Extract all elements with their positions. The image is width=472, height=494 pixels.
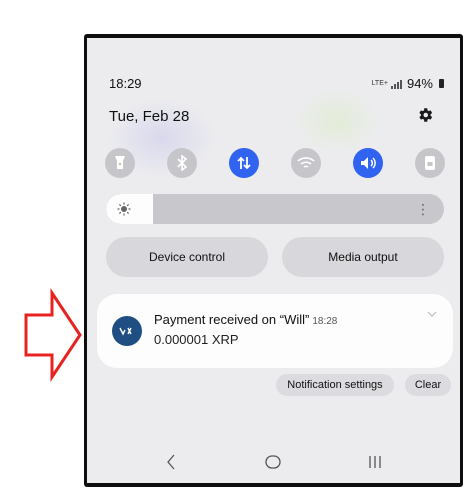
toggle-flashlight[interactable] xyxy=(105,148,135,178)
toggle-wifi[interactable] xyxy=(291,148,321,178)
toggle-mobile-data[interactable] xyxy=(229,148,259,178)
sun-icon xyxy=(117,202,131,216)
back-icon xyxy=(167,454,175,470)
media-output-button[interactable]: Media output xyxy=(282,237,444,277)
annotation-arrow-icon xyxy=(24,288,82,382)
date-label: Tue, Feb 28 xyxy=(109,108,190,125)
navigation-bar xyxy=(87,441,460,483)
notification-settings-button[interactable]: Notification settings xyxy=(276,374,394,396)
phone-frame: 18:29 LTE+ 94% Tue, Feb 28 ⋮ Device cont… xyxy=(84,34,463,487)
toggle-screen-lock[interactable] xyxy=(415,148,445,178)
battery-percent: 94% xyxy=(406,76,433,91)
wifi-icon xyxy=(297,157,315,168)
notification-panel: 18:29 LTE+ 94% Tue, Feb 28 ⋮ Device cont… xyxy=(87,38,460,483)
notification-card[interactable]: Payment received on “Will” 18:28 0.000001… xyxy=(97,294,453,368)
home-button[interactable] xyxy=(261,451,285,473)
brightness-slider[interactable]: ⋮ xyxy=(106,194,444,224)
quick-settings-toggles xyxy=(105,148,445,178)
notification-body: 0.000001 XRP xyxy=(154,332,239,347)
notification-title-row: Payment received on “Will” 18:28 xyxy=(154,312,337,327)
expand-chevron-icon[interactable] xyxy=(427,310,437,318)
notification-title: Payment received on “Will” xyxy=(154,312,310,327)
flashlight-icon xyxy=(115,156,125,169)
lte-indicator: LTE+ xyxy=(371,80,388,87)
home-icon xyxy=(265,455,281,469)
sound-icon xyxy=(361,157,376,169)
recents-icon xyxy=(369,456,381,468)
status-time: 18:29 xyxy=(109,76,142,91)
signal-icon xyxy=(390,79,402,89)
toggle-bluetooth[interactable] xyxy=(167,148,197,178)
battery-icon xyxy=(439,79,444,88)
toggle-sound[interactable] xyxy=(353,148,383,178)
mobile-data-icon xyxy=(237,156,251,170)
brightness-more-icon[interactable]: ⋮ xyxy=(416,201,430,217)
notification-time: 18:28 xyxy=(312,316,338,327)
screen-lock-icon xyxy=(425,156,435,170)
bluetooth-icon xyxy=(177,155,188,171)
device-control-button[interactable]: Device control xyxy=(106,237,268,277)
recents-button[interactable] xyxy=(363,451,387,473)
back-button[interactable] xyxy=(159,451,183,473)
clear-button[interactable]: Clear xyxy=(405,374,451,396)
status-icons: LTE+ 94% xyxy=(372,76,444,91)
settings-gear-icon[interactable] xyxy=(416,106,434,124)
xrp-wallet-icon xyxy=(112,316,142,346)
